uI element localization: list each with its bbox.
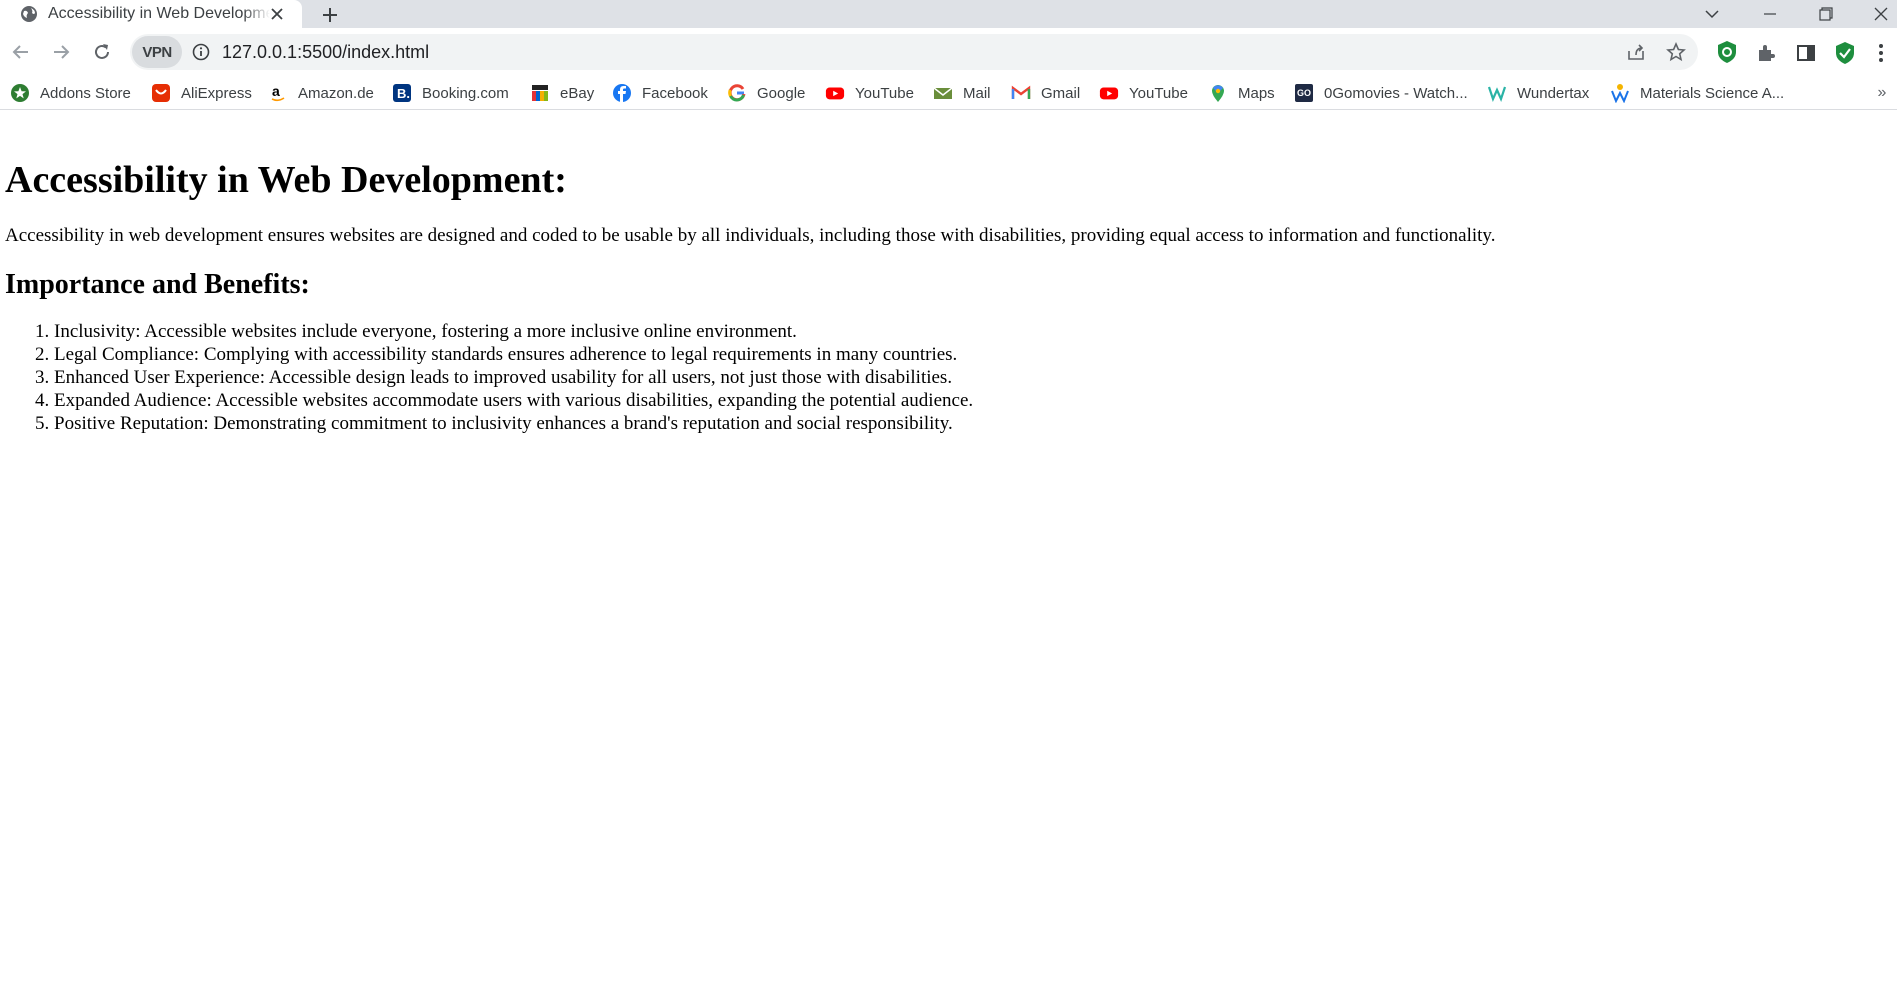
aliexpress-icon (151, 83, 171, 103)
bookmark-ebay[interactable]: eBay (530, 82, 594, 104)
bookmark-materials-science[interactable]: Materials Science A... (1610, 82, 1784, 104)
svg-text:B.: B. (397, 86, 410, 101)
site-info-icon[interactable] (192, 43, 210, 61)
list-item: Positive Reputation: Demonstrating commi… (54, 412, 1885, 435)
section-heading: Importance and Benefits: (5, 269, 310, 300)
list-item: Enhanced User Experience: Accessible des… (54, 366, 1885, 389)
bookmark-addons-store[interactable]: Addons Store (10, 82, 131, 104)
addons-store-icon (10, 83, 30, 103)
bookmark-label: Materials Science A... (1640, 84, 1785, 102)
back-icon[interactable] (5, 36, 37, 68)
globe-icon (20, 5, 38, 23)
browser-tab[interactable]: Accessibility in Web Development (0, 0, 302, 28)
extensions-icon[interactable] (1753, 40, 1779, 66)
wundertax-icon (1487, 83, 1507, 103)
page-title: Accessibility in Web Development: (5, 159, 567, 201)
ebay-icon (530, 83, 550, 103)
gmail-icon (1011, 83, 1031, 103)
google-icon (727, 83, 747, 103)
url-text[interactable]: 127.0.0.1:5500/index.html (222, 42, 429, 63)
bookmark-label: Wundertax (1517, 84, 1590, 102)
shield-check-icon[interactable] (1832, 40, 1858, 66)
bookmark-facebook[interactable]: Facebook (612, 82, 708, 104)
minimize-icon[interactable] (1750, 0, 1790, 28)
forward-icon[interactable] (45, 36, 77, 68)
facebook-icon (612, 83, 632, 103)
adblock-icon[interactable] (1714, 39, 1740, 65)
bookmark-label: YouTube (1129, 84, 1188, 102)
materials-science-icon (1610, 83, 1630, 103)
list-item: Legal Compliance: Complying with accessi… (54, 343, 1885, 366)
side-panel-icon[interactable] (1793, 40, 1819, 66)
benefits-list: Inclusivity: Accessible websites include… (5, 320, 1885, 435)
bookmark-label: Addons Store (40, 84, 131, 102)
svg-text:a: a (272, 83, 280, 99)
share-icon[interactable] (1624, 41, 1648, 63)
bookmark-label: Google (757, 84, 806, 102)
youtube-icon (825, 83, 845, 103)
chevron-down-icon[interactable] (1692, 0, 1732, 28)
menu-icon[interactable] (1871, 40, 1891, 66)
bookmark-gomovies[interactable]: GO 0Gomovies - Watch... (1294, 82, 1468, 104)
intro-paragraph: Accessibility in web development ensures… (5, 225, 1496, 246)
amazon-icon: a (268, 83, 288, 103)
mail-icon (933, 83, 953, 103)
bookmark-label: Amazon.de (298, 84, 374, 102)
bookmark-label: 0Gomovies - Watch... (1324, 84, 1468, 102)
bookmark-label: Gmail (1041, 84, 1081, 102)
bookmark-label: Mail (963, 84, 991, 102)
bookmark-label: Facebook (642, 84, 708, 102)
bookmark-label: Booking.com (422, 84, 509, 102)
bookmark-mail[interactable]: Mail (933, 82, 991, 104)
bookmark-youtube-2[interactable]: YouTube (1099, 82, 1188, 104)
tab-title: Accessibility in Web Development (48, 5, 270, 22)
list-item: Expanded Audience: Accessible websites a… (54, 389, 1885, 412)
bookmark-label: eBay (560, 84, 595, 102)
svg-text:GO: GO (1297, 88, 1311, 98)
close-icon[interactable] (1864, 0, 1897, 28)
bookmark-booking[interactable]: B. Booking.com (392, 82, 509, 104)
gomovies-icon: GO (1294, 83, 1314, 103)
page-content: Accessibility in Web Development: Access… (5, 128, 1885, 435)
bookmark-google[interactable]: Google (727, 82, 805, 104)
address-bar[interactable]: VPN 127.0.0.1:5500/index.html (130, 34, 1698, 70)
bookmark-amazon[interactable]: a Amazon.de (268, 82, 374, 104)
tab-close-icon[interactable] (268, 5, 286, 23)
bookmark-wundertax[interactable]: Wundertax (1487, 82, 1589, 104)
bookmarks-bar: Addons Store AliExpress a Amazon.de B. B… (0, 76, 1897, 110)
bookmark-aliexpress[interactable]: AliExpress (151, 82, 252, 104)
plus-icon[interactable] (318, 3, 342, 27)
bookmark-label: AliExpress (181, 84, 252, 102)
restore-icon[interactable] (1806, 0, 1846, 28)
maps-icon (1208, 83, 1228, 103)
reload-icon[interactable] (86, 36, 118, 68)
bookmark-maps[interactable]: Maps (1208, 82, 1275, 104)
tab-strip: Accessibility in Web Development (0, 0, 1897, 28)
more-bookmarks-icon[interactable]: » (1873, 82, 1891, 104)
bookmark-label: YouTube (855, 84, 914, 102)
bookmark-label: Maps (1238, 84, 1275, 102)
booking-icon: B. (392, 83, 412, 103)
browser-toolbar: VPN 127.0.0.1:5500/index.html (0, 28, 1897, 76)
bookmark-youtube[interactable]: YouTube (825, 82, 914, 104)
vpn-label: VPN (142, 43, 172, 61)
star-icon[interactable] (1664, 41, 1688, 63)
list-item: Inclusivity: Accessible websites include… (54, 320, 1885, 343)
youtube-icon (1099, 83, 1119, 103)
bookmark-gmail[interactable]: Gmail (1011, 82, 1080, 104)
vpn-button[interactable]: VPN (132, 36, 182, 68)
